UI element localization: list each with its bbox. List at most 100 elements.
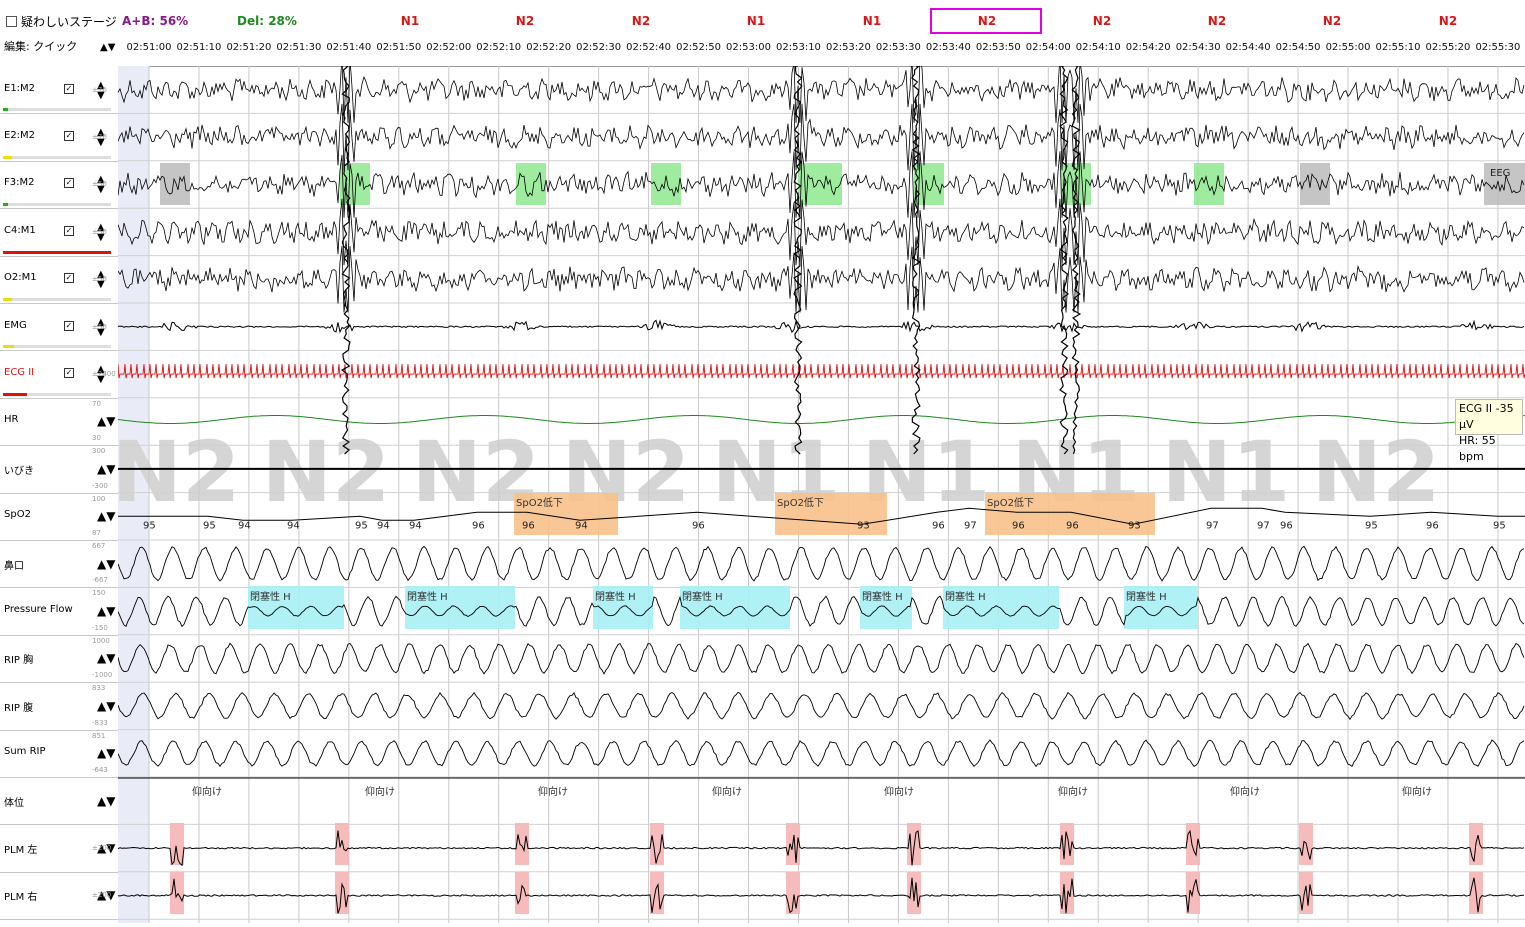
channel-name: EMG — [4, 319, 27, 331]
signal-plot[interactable]: N2 N2 N2 N2 N1 N1 N1 N1 N2 EEG SpO2低下 SpO2低下 SpO2低下閉… — [112, 56, 1525, 923]
stage-label[interactable]: N1 — [747, 14, 765, 28]
background-stage-letter: N2 — [118, 423, 240, 521]
channel-row[interactable]: ECG II ✓ ▲ ▼ ±2400 — [0, 350, 118, 399]
apnea-event-label: 閉塞性 H — [945, 590, 986, 603]
channel-row[interactable]: Pressure Flow ▲▼ 150 -150 — [0, 587, 118, 636]
channel-row[interactable]: SpO2 ▲▼ 100 87 — [0, 493, 118, 541]
channel-visible-checkbox[interactable]: ✓ — [64, 131, 74, 142]
signal-level-bar — [3, 155, 111, 159]
channel-scale: ±200 — [92, 891, 112, 900]
channel-row[interactable]: HR ▲▼ 70 30 — [0, 398, 118, 447]
channel-visible-checkbox[interactable]: ✓ — [64, 320, 74, 331]
checkbox-icon[interactable] — [6, 16, 17, 27]
channel-name: E2:M2 — [4, 130, 36, 142]
channel-visible-checkbox[interactable]: ✓ — [64, 368, 74, 379]
respiration-trace — [117, 691, 1525, 721]
channel-name: いびき — [4, 465, 34, 477]
channel-visible-checkbox[interactable]: ✓ — [64, 83, 74, 94]
channel-row[interactable]: いびき ▲▼ 300 -300 — [0, 445, 118, 494]
channel-row[interactable]: F3:M2 ✓ ▲ ▼ ±50 — [0, 161, 118, 210]
scale-arrows-icon[interactable]: ▲▼ — [97, 510, 115, 522]
channel-name: PLM 右 — [4, 892, 38, 904]
channel-name: C4:M1 — [4, 224, 36, 236]
time-tick: 02:52:20 — [526, 42, 572, 53]
stage-label[interactable]: N2 — [632, 14, 650, 28]
time-tick: 02:53:00 — [726, 42, 771, 53]
stage-label[interactable]: N1 — [401, 14, 419, 28]
channel-row[interactable]: Sum RIP ▲▼ 851 -643 — [0, 730, 118, 778]
channel-row[interactable]: E2:M2 ✓ ▲ ▼ ±70 — [0, 113, 118, 162]
channel-name: E1:M2 — [4, 82, 36, 94]
stage-label[interactable]: N2 — [978, 14, 996, 28]
channel-name: Pressure Flow — [4, 604, 73, 616]
spo2-value: 96 — [522, 520, 535, 531]
tooltip-ecg: ECG II -35 µV — [1459, 402, 1514, 431]
channel-scale-top: 851 — [92, 731, 106, 740]
hover-tooltip: ECG II -35 µV HR: 55 bpm — [1455, 399, 1523, 463]
channel-row[interactable]: C4:M1 ✓ ▲ ▼ ±50 — [0, 208, 118, 257]
channel-scale-top: 150 — [92, 589, 106, 598]
time-tick: 02:52:50 — [676, 42, 722, 53]
scale-arrows-icon[interactable]: ▲▼ — [97, 558, 115, 570]
scale-arrows-icon[interactable]: ▲▼ — [97, 652, 115, 664]
suspect-stage-checkbox[interactable]: 疑わしいステージ — [6, 13, 117, 30]
edit-mode-label: 編集: クイック — [4, 40, 78, 53]
stage-label[interactable]: N1 — [863, 14, 881, 28]
scale-arrows-icon[interactable]: ▲▼ — [97, 415, 115, 427]
scale-arrows-icon[interactable]: ▲▼ — [97, 747, 115, 759]
artifact-spike — [793, 65, 803, 455]
channel-row[interactable]: PLM 左 ▲▼ ±200 — [0, 824, 118, 873]
spo2-value: 94 — [238, 520, 251, 531]
scale-arrows-icon[interactable]: ▲▼ — [97, 795, 115, 807]
channel-row[interactable]: 体位 ▲▼ — [0, 777, 118, 826]
channel-row[interactable]: RIP 胸 ▲▼ 1000 -1000 — [0, 635, 118, 684]
channel-name: RIP 胸 — [4, 655, 34, 667]
channel-visible-checkbox[interactable]: ✓ — [64, 178, 74, 189]
spo2-value: 95 — [355, 520, 368, 531]
plm-left-box — [170, 823, 184, 865]
channel-scale-bottom: -1000 — [92, 671, 113, 680]
ab-percentage: A+B: 56% — [122, 14, 189, 28]
spo2-value: 94 — [377, 520, 390, 531]
stage-label[interactable]: N2 — [1323, 14, 1341, 28]
artifact-spike — [911, 65, 922, 455]
eeg-event-box — [1300, 163, 1330, 205]
channel-row[interactable]: E1:M2 ✓ ▲ ▼ ±70 — [0, 66, 118, 115]
sort-arrows-icon[interactable]: ▲▼ — [100, 42, 115, 53]
channel-name: SpO2 — [4, 509, 31, 521]
time-tick: 02:51:40 — [326, 42, 372, 53]
channel-name: O2:M1 — [4, 272, 37, 284]
channel-visible-checkbox[interactable]: ✓ — [64, 273, 74, 284]
spo2-value: 96 — [1426, 520, 1439, 531]
plm-trace — [117, 829, 1525, 867]
channel-scale: ±50 — [92, 180, 107, 189]
channel-name: Sum RIP — [4, 746, 46, 758]
channel-name: RIP 腹 — [4, 702, 34, 714]
plm-right-box — [1299, 872, 1313, 914]
apnea-event-label: 閉塞性 H — [1126, 590, 1167, 603]
channel-scale: ±200 — [92, 844, 112, 853]
background-stage-letter: N2 — [262, 423, 391, 521]
eeg-event-box — [160, 163, 190, 205]
posture-label: 仰向け — [1230, 785, 1260, 798]
scale-arrows-icon[interactable]: ▲▼ — [97, 700, 115, 712]
channel-row[interactable]: EMG ✓ ▲ ▼ ±50 — [0, 303, 118, 352]
channel-scale-top: 70 — [92, 399, 101, 408]
channel-row[interactable]: PLM 右 ▲▼ ±200 — [0, 872, 118, 921]
channel-visible-checkbox[interactable]: ✓ — [64, 225, 74, 236]
time-tick: 02:55:10 — [1375, 42, 1421, 53]
channel-row[interactable]: 鼻口 ▲▼ 667 -667 — [0, 540, 118, 589]
stage-label[interactable]: N2 — [516, 14, 534, 28]
time-tick: 02:55:30 — [1475, 42, 1521, 53]
scale-arrows-icon[interactable]: ▲▼ — [97, 605, 115, 617]
time-tick: 02:54:10 — [1075, 42, 1121, 53]
scale-arrows-icon[interactable]: ▲▼ — [97, 463, 115, 475]
spo2-value: 97 — [1206, 520, 1219, 531]
time-tick: 02:52:40 — [626, 42, 672, 53]
stage-label[interactable]: N2 — [1208, 14, 1226, 28]
channel-row[interactable]: RIP 腹 ▲▼ 833 -833 — [0, 682, 118, 731]
stage-label[interactable]: N2 — [1439, 14, 1457, 28]
channel-scale-top: 667 — [92, 542, 106, 550]
stage-label[interactable]: N2 — [1093, 14, 1111, 28]
channel-row[interactable]: O2:M1 ✓ ▲ ▼ ±50 — [0, 256, 118, 304]
